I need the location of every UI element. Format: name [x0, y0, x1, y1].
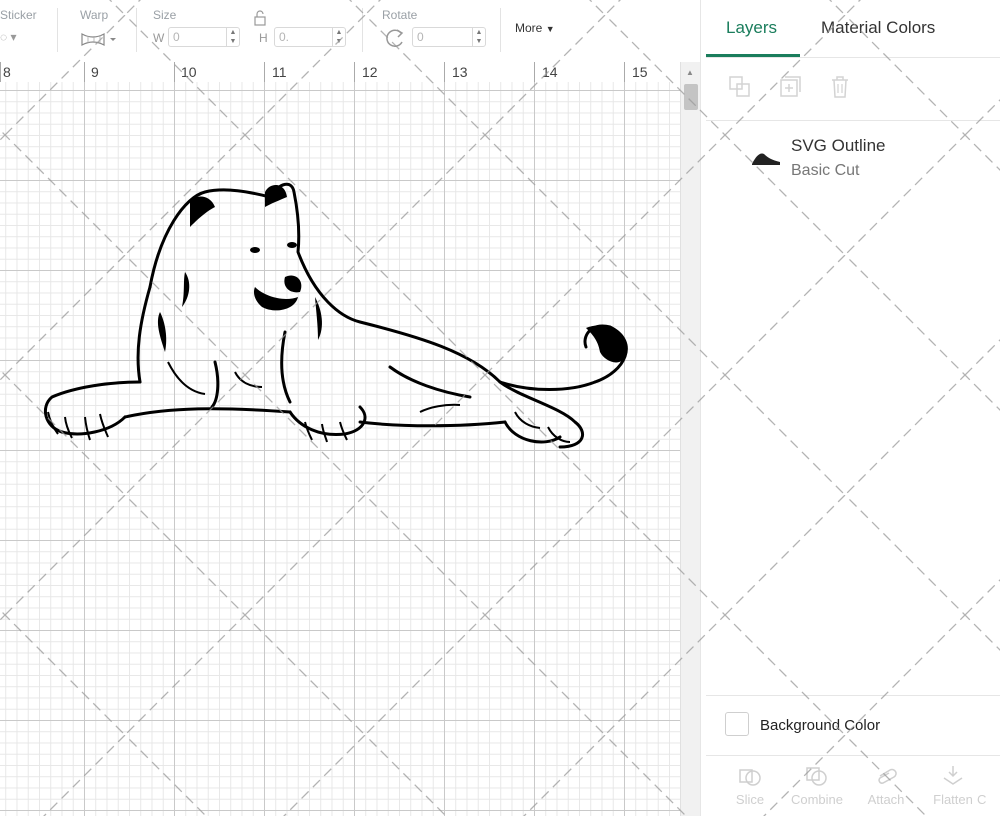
- ruler-tick: [354, 62, 355, 82]
- ruler-number: 10: [181, 64, 197, 80]
- rotate-label: Rotate: [382, 8, 418, 22]
- combine-button[interactable]: Combine: [787, 764, 847, 807]
- caret-down-icon: ▼: [545, 24, 555, 34]
- background-color-swatch[interactable]: [725, 712, 749, 736]
- ruler-number: 9: [91, 64, 99, 80]
- toolbar-divider: [362, 8, 363, 52]
- rotate-icon[interactable]: [384, 27, 406, 49]
- ruler-tick: [264, 62, 265, 82]
- duplicate-icon[interactable]: [777, 74, 805, 102]
- width-value: 0: [173, 30, 180, 44]
- ruler-number: 8: [3, 64, 11, 80]
- ruler-tick: [624, 62, 625, 82]
- ruler-tick: [84, 62, 85, 82]
- more-menu-button[interactable]: More ▼: [515, 21, 555, 35]
- paperclip-icon: [878, 768, 897, 784]
- divider: [706, 120, 1000, 121]
- layer-operation: Basic Cut: [791, 162, 860, 179]
- height-stepper[interactable]: ▲ ▼: [332, 28, 345, 46]
- ruler-tick: [174, 62, 175, 82]
- ruler-number: 15: [632, 64, 648, 80]
- divider: [706, 57, 1000, 58]
- slice-label: Slice: [735, 792, 765, 807]
- rotate-stepper[interactable]: ▲ ▼: [472, 28, 485, 46]
- toolbar-divider: [57, 8, 58, 52]
- width-prefix: W: [153, 31, 165, 45]
- layer-thumbnail: [750, 148, 782, 168]
- divider: [706, 755, 1000, 756]
- lock-aspect-icon[interactable]: [253, 10, 267, 26]
- divider: [706, 695, 1000, 696]
- width-input[interactable]: 0 ▲ ▼: [168, 27, 240, 47]
- background-color-label: Background Color: [760, 717, 881, 734]
- design-space: Sticker ◌ ▾ Warp Size W 0 ▲ ▼ H 0. ▲ ▼ Rot…: [0, 0, 1000, 816]
- delete-icon[interactable]: [827, 74, 855, 102]
- cougar-design[interactable]: [0, 82, 680, 816]
- ruler-tick: [534, 62, 535, 82]
- scrollbar-thumb[interactable]: [684, 84, 698, 110]
- toolbar-divider: [136, 8, 137, 52]
- group-icon[interactable]: [727, 74, 755, 102]
- height-value: 0.: [279, 30, 290, 44]
- sticker-label: Sticker: [0, 8, 37, 22]
- warp-label: Warp: [80, 8, 109, 22]
- layer-item[interactable]: SVG Outline Basic Cut: [706, 128, 1000, 188]
- slice-icon: [739, 769, 761, 786]
- tab-layers[interactable]: Layers: [726, 18, 777, 38]
- scroll-up-arrow-icon[interactable]: ▲: [686, 68, 694, 77]
- tab-material-colors[interactable]: Material Colors: [821, 18, 935, 38]
- edit-toolbar: Sticker ◌ ▾ Warp Size W 0 ▲ ▼ H 0. ▲ ▼ Rot…: [0, 0, 700, 62]
- slice-button[interactable]: Slice: [720, 764, 780, 807]
- canvas-grid[interactable]: [0, 82, 680, 816]
- contour-label: C: [977, 792, 987, 807]
- combine-label: Combine: [790, 792, 844, 807]
- top-ruler: 8 9 10 11 12 13 14 15: [0, 62, 680, 83]
- height-input[interactable]: 0. ▲ ▼: [274, 27, 346, 47]
- flatten-button[interactable]: Flatten: [923, 764, 983, 807]
- more-label: More: [515, 21, 543, 35]
- ruler-number: 12: [362, 64, 378, 80]
- size-label: Size: [153, 8, 177, 22]
- warp-dropdown[interactable]: [80, 30, 120, 50]
- ruler-tick: [444, 62, 445, 82]
- ruler-number: 11: [272, 64, 287, 80]
- ruler-tick: [0, 62, 1, 82]
- contour-button[interactable]: C: [977, 764, 1000, 807]
- attach-button[interactable]: Attach: [856, 764, 916, 807]
- layers-panel: Layers Material Colors SVG Outline Basic…: [700, 0, 1000, 816]
- toolbar-divider: [500, 8, 501, 52]
- combine-icon: [806, 767, 827, 786]
- flatten-icon: [943, 766, 963, 785]
- sticker-dropdown[interactable]: ◌ ▾: [0, 30, 17, 44]
- width-stepper[interactable]: ▲ ▼: [226, 28, 239, 46]
- ruler-number: 13: [452, 64, 468, 80]
- height-prefix: H: [259, 31, 268, 45]
- attach-label: Attach: [867, 792, 905, 807]
- rotate-value: 0: [417, 30, 424, 44]
- rotate-input[interactable]: 0 ▲ ▼: [412, 27, 486, 47]
- layer-title: SVG Outline: [791, 136, 886, 155]
- warp-icon: [81, 32, 116, 47]
- ruler-number: 14: [542, 64, 558, 80]
- canvas-scrollbar[interactable]: ▲: [680, 62, 701, 816]
- flatten-label: Flatten: [933, 792, 973, 807]
